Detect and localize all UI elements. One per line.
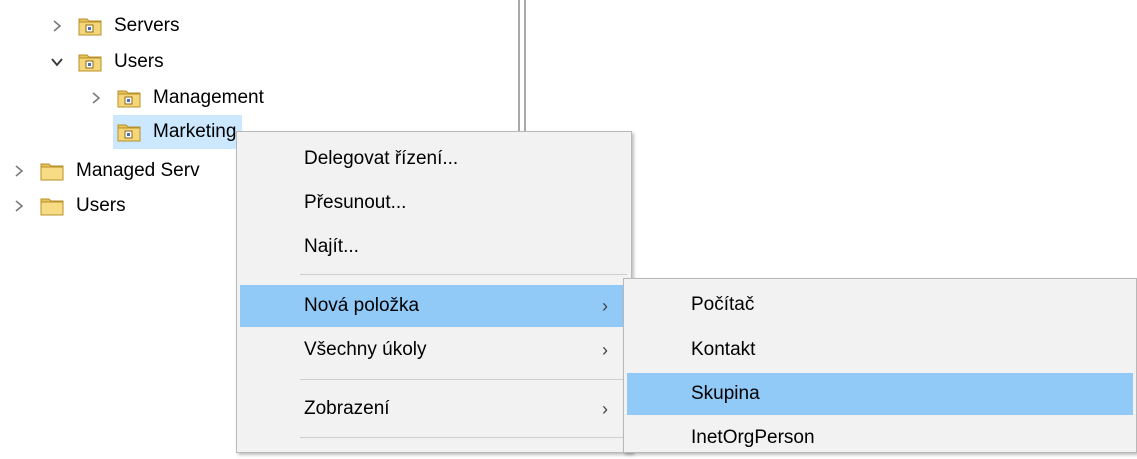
submenu-arrow-icon: ›	[602, 295, 608, 316]
chevron-right-icon[interactable]	[12, 199, 26, 213]
menu-separator	[300, 274, 627, 275]
tree-item-label: Users	[76, 195, 126, 216]
pane-splitter-edge	[524, 0, 526, 134]
context-menu: Delegovat řízení... Přesunout... Najít..…	[236, 131, 632, 453]
menu-item-find[interactable]: Najít...	[240, 226, 628, 268]
menu-item-view[interactable]: Zobrazení ›	[240, 388, 628, 430]
chevron-right-icon[interactable]	[50, 19, 64, 33]
menu-item-delegate-control[interactable]: Delegovat řízení...	[240, 138, 628, 180]
tree-item-label: Users	[114, 51, 164, 72]
ou-folder-icon	[78, 16, 102, 36]
pane-splitter[interactable]	[518, 0, 520, 134]
chevron-right-icon[interactable]	[89, 91, 103, 105]
new-item-submenu: Počítač Kontakt Skupina InetOrgPerson	[623, 278, 1137, 453]
tree-item-users[interactable]: Users	[50, 44, 166, 80]
ou-folder-icon	[117, 88, 141, 108]
tree-item-servers[interactable]: Servers	[50, 8, 181, 44]
submenu-item-computer[interactable]: Počítač	[627, 284, 1133, 326]
chevron-down-icon[interactable]	[50, 55, 64, 69]
tree-item-marketing[interactable]: Marketing	[113, 114, 243, 150]
menu-item-move[interactable]: Přesunout...	[240, 182, 628, 224]
tree-item-label: Servers	[114, 15, 180, 36]
folder-icon	[40, 196, 64, 216]
tree-item-users-container[interactable]: Users	[12, 188, 128, 224]
folder-icon	[40, 161, 64, 181]
tree-item-managed-service-accounts[interactable]: Managed Serv	[12, 153, 202, 189]
ou-folder-icon	[117, 122, 141, 142]
tree-item-management[interactable]: Management	[89, 80, 266, 116]
menu-item-all-tasks[interactable]: Všechny úkoly ›	[240, 329, 628, 371]
menu-item-new[interactable]: Nová položka ›	[240, 285, 628, 327]
submenu-item-contact[interactable]: Kontakt	[627, 329, 1133, 371]
tree-item-label: Managed Serv	[76, 160, 200, 181]
submenu-arrow-icon: ›	[602, 398, 608, 419]
chevron-right-icon[interactable]	[12, 164, 26, 178]
submenu-arrow-icon: ›	[602, 339, 608, 360]
ou-folder-icon	[78, 52, 102, 72]
tree-item-label: Management	[153, 87, 264, 108]
tree-item-label: Marketing	[153, 121, 237, 142]
menu-separator	[300, 379, 627, 380]
submenu-item-group[interactable]: Skupina	[627, 373, 1133, 415]
menu-separator	[300, 437, 627, 438]
